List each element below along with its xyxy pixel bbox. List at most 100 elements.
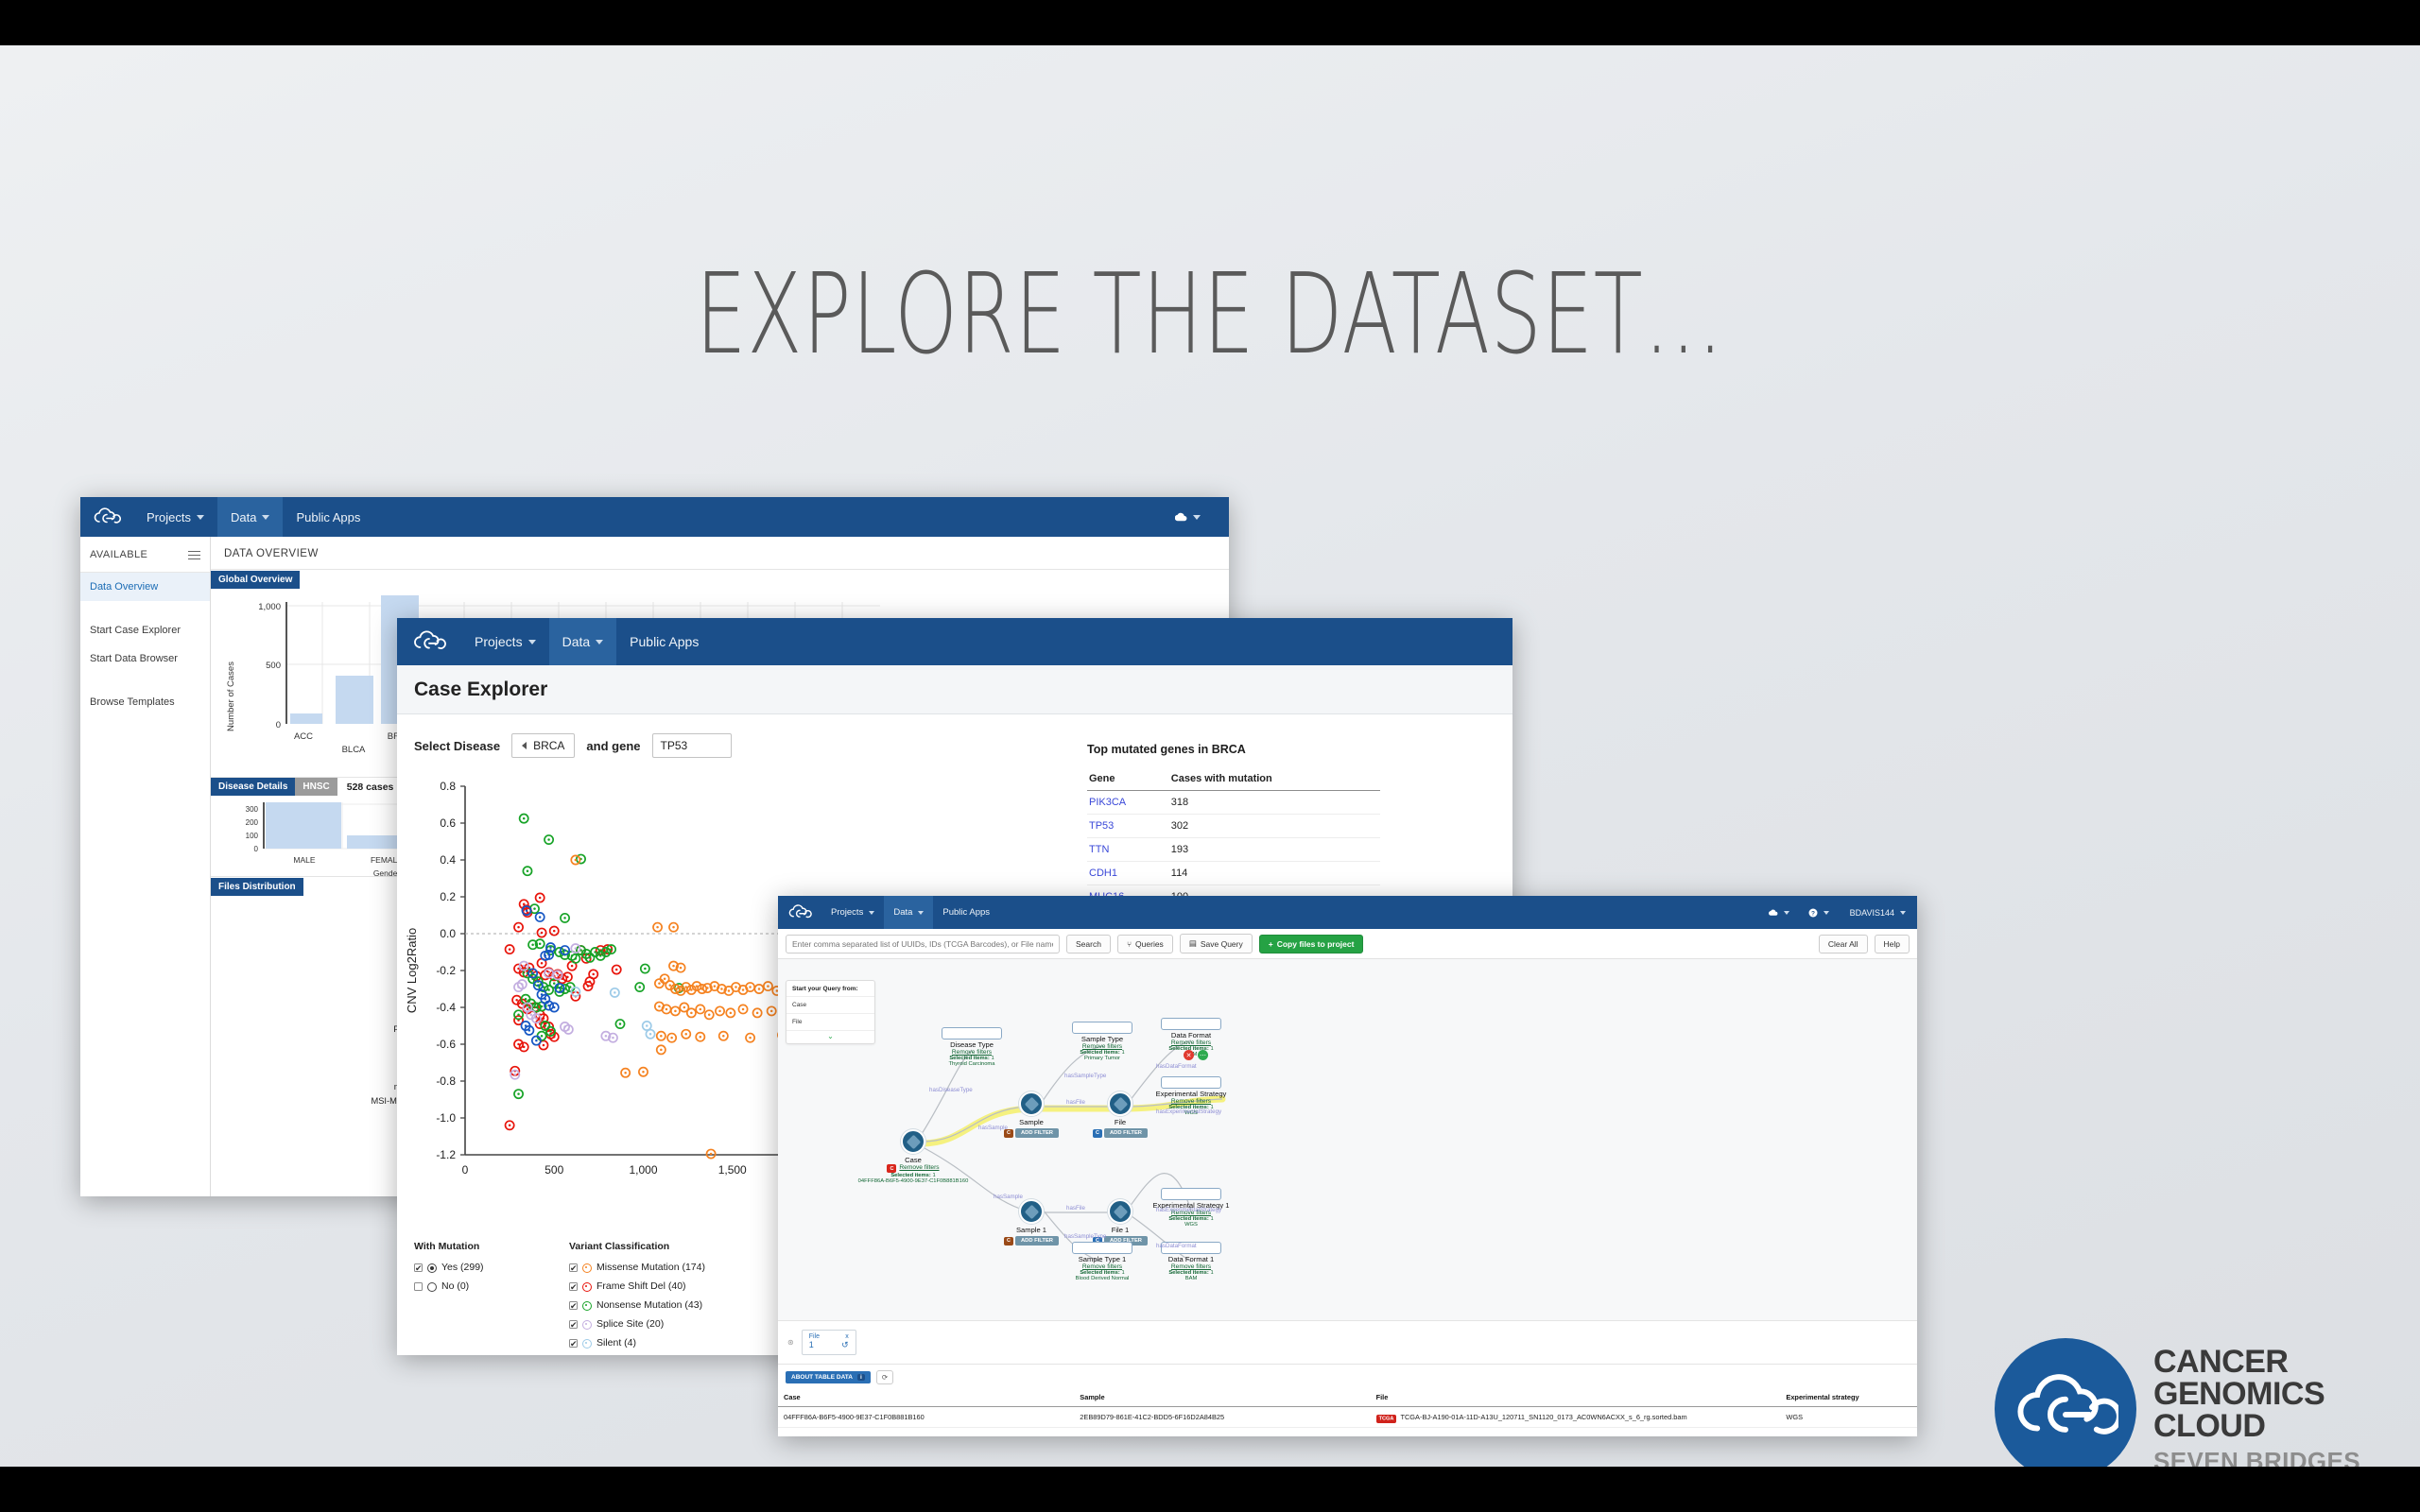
scatter-point[interactable]: [518, 813, 529, 824]
filter-input-disease-type[interactable]: [942, 1027, 1002, 1040]
scatter-point[interactable]: [681, 1028, 692, 1040]
nav-projects[interactable]: Projects: [821, 896, 884, 929]
nav-public-apps[interactable]: Public Apps: [283, 497, 373, 537]
scatter-point[interactable]: [717, 1030, 729, 1041]
filter-option[interactable]: Nonsense Mutation (43): [569, 1297, 768, 1315]
add-filter-button[interactable]: ADD FILTER: [1103, 1128, 1148, 1138]
hamburger-icon[interactable]: [188, 548, 200, 562]
radio-button[interactable]: [427, 1263, 437, 1273]
search-button[interactable]: Search: [1066, 934, 1111, 954]
scatter-point[interactable]: [752, 1007, 763, 1019]
queries-button[interactable]: ⑂ Queries: [1116, 934, 1173, 954]
scatter-point[interactable]: [703, 1009, 715, 1021]
scatter-point[interactable]: [655, 1044, 666, 1056]
scatter-point[interactable]: [715, 1005, 725, 1017]
chevron-down-icon[interactable]: ⌄: [786, 1031, 874, 1043]
nav-data[interactable]: Data: [548, 618, 617, 665]
gene-link[interactable]: CDH1: [1087, 861, 1169, 885]
scatter-point[interactable]: [685, 1007, 697, 1019]
scatter-point[interactable]: [614, 1019, 626, 1029]
radio-button[interactable]: [427, 1281, 437, 1292]
table-row[interactable]: CDH1 114: [1087, 861, 1380, 885]
cgc-logo-icon[interactable]: [80, 507, 133, 526]
cgc-logo-icon[interactable]: [778, 904, 821, 920]
save-query-button[interactable]: ▤ Save Query: [1179, 934, 1253, 954]
remove-filters-link[interactable]: Remove filters: [901, 1049, 1043, 1056]
filter-option[interactable]: Missense Mutation (174): [569, 1259, 768, 1278]
disease-select[interactable]: BRCA: [511, 733, 576, 758]
graph-node-sample1[interactable]: [1019, 1199, 1044, 1224]
refresh-icon[interactable]: ⟳: [875, 1370, 894, 1384]
scatter-point[interactable]: [655, 1030, 666, 1041]
scatter-point[interactable]: [513, 1089, 524, 1100]
filter-option[interactable]: Yes (299): [414, 1259, 527, 1278]
help-button[interactable]: Help: [1874, 934, 1910, 954]
remove-filters-link[interactable]: Remove filters: [1120, 1098, 1262, 1105]
add-filter-button[interactable]: ADD FILTER: [1014, 1128, 1059, 1138]
gene-link[interactable]: PIK3CA: [1087, 790, 1169, 815]
scatter-point[interactable]: [560, 912, 571, 923]
filter-option[interactable]: Silent (4): [569, 1334, 768, 1353]
nav-public-apps[interactable]: Public Apps: [933, 896, 999, 929]
scatter-point[interactable]: [725, 1007, 736, 1019]
scatter-point[interactable]: [641, 1021, 652, 1031]
clear-all-button[interactable]: Clear All: [1818, 934, 1868, 954]
nav-public-apps[interactable]: Public Apps: [616, 618, 712, 665]
remove-filters-link[interactable]: Remove filters: [899, 1164, 939, 1173]
more-icon[interactable]: ⋯: [1198, 1050, 1208, 1060]
panel-tab-disease-details[interactable]: Disease Details: [211, 778, 296, 796]
copy-files-to-project-button[interactable]: + Copy files to project: [1258, 934, 1364, 954]
table-row[interactable]: PIK3CA 318: [1087, 790, 1380, 815]
panel-tab-files-distribution[interactable]: Files Distribution: [211, 878, 303, 896]
add-filter-button[interactable]: ADD FILTER: [1014, 1236, 1059, 1246]
scatter-point[interactable]: [570, 943, 581, 954]
nav-upload-menu[interactable]: [1759, 896, 1799, 929]
filter-option[interactable]: No (0): [414, 1278, 527, 1297]
filter-input-sample-type-1[interactable]: [1072, 1242, 1132, 1254]
chip-close-icon[interactable]: x: [845, 1333, 849, 1340]
gene-link[interactable]: TTN: [1087, 837, 1169, 862]
filter-input-data-format[interactable]: [1161, 1018, 1221, 1030]
nav-upload-menu[interactable]: [1162, 497, 1214, 537]
scatter-point[interactable]: [504, 1120, 515, 1131]
scatter-point[interactable]: [639, 963, 650, 974]
graph-node-sample[interactable]: [1019, 1091, 1044, 1116]
checkbox[interactable]: [569, 1280, 578, 1297]
scatter-point[interactable]: [611, 964, 622, 975]
filter-option[interactable]: Frame Shift Ins (13): [569, 1353, 768, 1355]
scatter-point[interactable]: [695, 1031, 706, 1042]
checkbox[interactable]: [414, 1282, 423, 1292]
scatter-point[interactable]: [544, 834, 555, 846]
scatter-point[interactable]: [513, 921, 524, 933]
scatter-point[interactable]: [745, 1032, 756, 1043]
filter-option[interactable]: Splice Site (20): [569, 1315, 768, 1334]
target-icon[interactable]: ⊛: [787, 1338, 794, 1347]
sidebar-item-start-case-explorer[interactable]: Start Case Explorer: [80, 616, 210, 644]
scatter-point[interactable]: [695, 1004, 706, 1015]
scatter-point[interactable]: [620, 1067, 631, 1078]
scatter-point[interactable]: [588, 969, 599, 980]
file-count-chip[interactable]: File x 1 ↺: [801, 1330, 856, 1355]
search-input[interactable]: [786, 934, 1060, 954]
nav-user-menu[interactable]: BDAVIS144: [1839, 896, 1917, 929]
scatter-point[interactable]: [666, 1032, 678, 1043]
chip-reset-icon[interactable]: ↺: [841, 1340, 849, 1350]
start-query-item-file[interactable]: File: [786, 1014, 874, 1031]
checkbox[interactable]: [569, 1261, 578, 1278]
filter-option[interactable]: Frame Shift Del (40): [569, 1278, 768, 1297]
graph-node-case[interactable]: [901, 1129, 925, 1154]
scatter-point[interactable]: [705, 1148, 717, 1160]
checkbox[interactable]: [569, 1336, 578, 1352]
remove-filters-link[interactable]: Remove filters: [1120, 1263, 1262, 1270]
gene-input[interactable]: TP53: [651, 733, 732, 758]
cgc-logo-icon[interactable]: [397, 630, 461, 653]
table-row[interactable]: TP53 302: [1087, 814, 1380, 838]
nav-projects[interactable]: Projects: [133, 497, 217, 537]
scatter-point[interactable]: [570, 854, 581, 866]
table-row[interactable]: 04FFF86A-B6F5-4900-9E37-C1F0B881B160 2EB8…: [778, 1406, 1917, 1428]
checkbox[interactable]: [414, 1261, 423, 1278]
start-query-item-case[interactable]: Case: [786, 997, 874, 1014]
scatter-point[interactable]: [753, 984, 765, 994]
about-table-data-button[interactable]: ABOUT TABLE DATA i: [786, 1371, 871, 1383]
scatter-point[interactable]: [534, 911, 545, 922]
